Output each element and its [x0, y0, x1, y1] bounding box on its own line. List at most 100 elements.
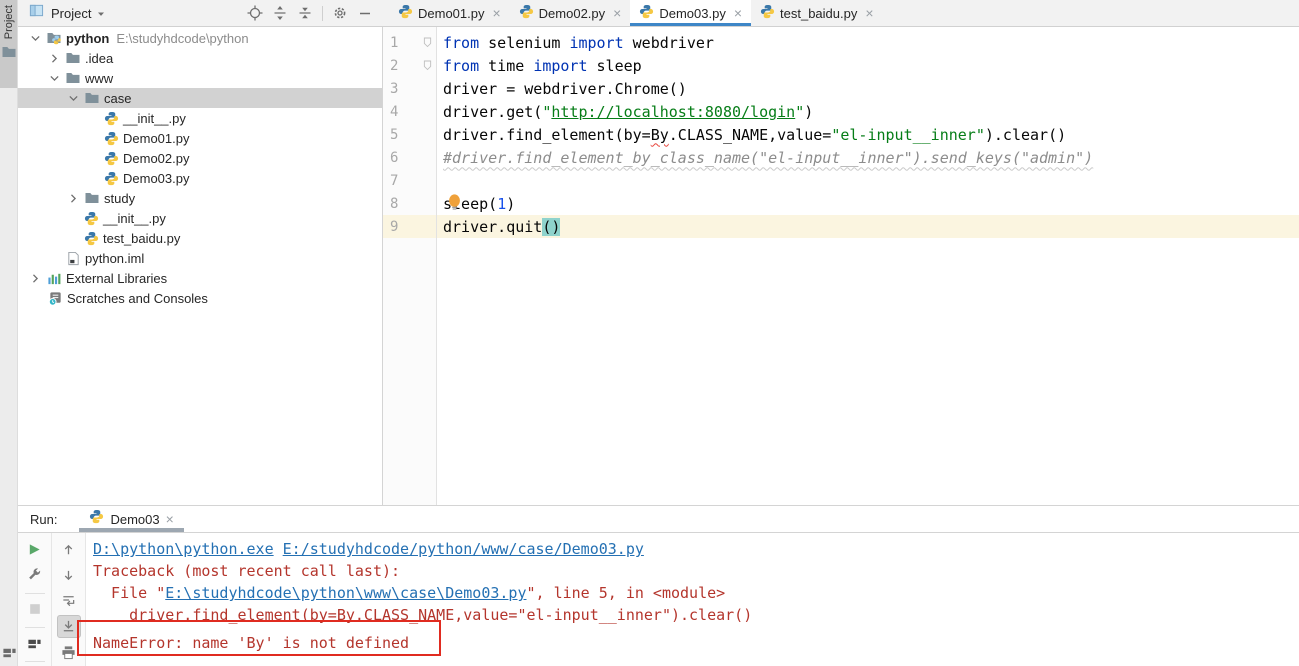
chevron-down-icon[interactable]: [64, 92, 82, 105]
tree-item-case[interactable]: case: [18, 88, 382, 108]
tree-item-study[interactable]: study: [18, 188, 382, 208]
editor[interactable]: 1 2 3 4 5 6 7 8 9 from selenium import webdriver…: [383, 27, 1299, 505]
tree-item-external-libraries[interactable]: External Libraries: [18, 268, 382, 288]
code-line-4[interactable]: driver.get(" http://localhost:8080/login "…: [437, 100, 1299, 123]
tree-item-demo01-py[interactable]: Demo01.py: [18, 128, 382, 148]
tree-item-scratches-and-consoles[interactable]: Scratches and Consoles: [18, 288, 382, 308]
minimize-icon[interactable]: [357, 5, 373, 21]
wrench-button[interactable]: [23, 563, 47, 586]
gutter-line-4[interactable]: 4: [383, 100, 436, 123]
gutter-line-6[interactable]: 6: [383, 146, 436, 169]
intention-bulb-icon[interactable]: [448, 194, 461, 212]
scroll-end-button[interactable]: [56, 614, 81, 639]
toolbar-separator: [24, 661, 45, 662]
project-toolwindow-button[interactable]: Project: [0, 0, 17, 88]
tree-item-label: .idea: [85, 50, 114, 66]
tree-item-www[interactable]: www: [18, 68, 382, 88]
editor-tabs: Demo01.py × Demo02.py × Demo03.py × test_baidu…: [389, 0, 883, 26]
run-tab-demo03[interactable]: Demo03 ×: [79, 506, 184, 532]
locate-icon[interactable]: [247, 5, 263, 21]
chevron-right-icon[interactable]: [45, 52, 63, 65]
left-toolwindow-bar: Project: [0, 0, 18, 666]
tab-demo03-py[interactable]: Demo03.py ×: [630, 0, 752, 26]
console-file-link[interactable]: E:\studyhdcode\python\www\case\Demo03.py: [165, 584, 526, 602]
code-token: 1: [497, 194, 507, 213]
tab-demo02-py[interactable]: Demo02.py ×: [510, 0, 631, 26]
expand-all-icon[interactable]: [272, 5, 288, 21]
python-icon: [519, 4, 534, 22]
tab-demo01-py[interactable]: Demo01.py ×: [389, 0, 510, 26]
chevron-down-icon[interactable]: [45, 72, 63, 85]
chevron-down-icon[interactable]: [95, 8, 107, 20]
code-line-3[interactable]: driver = webdriver.Chrome(): [437, 77, 1299, 100]
tree-item-label: Scratches and Consoles: [67, 290, 208, 306]
gutter-line-5[interactable]: 5: [383, 123, 436, 146]
code-line-2[interactable]: from time import sleep: [437, 54, 1299, 77]
tree-item-idea[interactable]: .idea: [18, 48, 382, 68]
code-line-1[interactable]: from selenium import webdriver: [437, 31, 1299, 54]
gutter-line-3[interactable]: 3: [383, 77, 436, 100]
code-token: (: [542, 217, 552, 236]
python-file-icon: [101, 111, 121, 126]
tree-item-label: case: [104, 90, 132, 106]
tree-item-init-py[interactable]: __init__.py: [18, 108, 382, 128]
gutter-line-8[interactable]: 8: [383, 192, 436, 215]
gear-icon[interactable]: [332, 5, 348, 21]
code-token: from: [443, 56, 480, 75]
play-button[interactable]: [23, 538, 47, 561]
tree-item-label: www: [85, 70, 114, 86]
close-icon[interactable]: ×: [166, 512, 174, 526]
tree-item-test-baidu-py[interactable]: test_baidu.py: [18, 228, 382, 248]
code-token: ": [795, 102, 805, 121]
printer-button[interactable]: [57, 640, 81, 664]
code-line-7[interactable]: [437, 169, 1299, 192]
code-area[interactable]: from selenium import webdriver from time …: [437, 27, 1299, 505]
python-icon: [89, 509, 104, 529]
close-icon[interactable]: ×: [865, 6, 873, 20]
line-number: 7: [390, 172, 399, 189]
line-number: 8: [390, 195, 399, 212]
code-token: sleep: [587, 56, 642, 75]
fold-marker-icon[interactable]: [423, 37, 432, 48]
tree-item-init-py[interactable]: __init__.py: [18, 208, 382, 228]
gutter-line-1[interactable]: 1: [383, 31, 436, 54]
console-file-link[interactable]: E:/studyhdcode/python/www/case/Demo03.py: [283, 540, 644, 558]
layout-button[interactable]: [23, 632, 47, 655]
toolwindow-layout-icon[interactable]: [2, 645, 17, 660]
gutter-line-7[interactable]: 7: [383, 169, 436, 192]
run-panel-header: Run: Demo03 ×: [18, 505, 1299, 533]
chevron-right-icon[interactable]: [64, 192, 82, 205]
chevron-down-icon[interactable]: [26, 32, 44, 45]
tree-item-demo03-py[interactable]: Demo03.py: [18, 168, 382, 188]
rerun-button[interactable]: [57, 589, 81, 613]
code-line-6[interactable]: #driver.find_element_by_class_name("el-i…: [437, 146, 1299, 169]
tree-item-label: study: [104, 190, 136, 206]
chevron-right-icon[interactable]: [26, 272, 44, 285]
line-number: 1: [390, 34, 399, 51]
gutter-line-9[interactable]: 9: [383, 215, 436, 238]
project-panel-title[interactable]: Project: [51, 6, 91, 21]
arrow-down-button[interactable]: [57, 564, 81, 588]
arrow-up-button[interactable]: [57, 538, 81, 562]
tree-item-python[interactable]: python E:\studyhdcode\python: [18, 28, 382, 48]
tab-test-baidu-py[interactable]: test_baidu.py ×: [751, 0, 883, 26]
code-token: ": [542, 102, 552, 121]
tree-item-path: E:\studyhdcode\python: [116, 30, 249, 46]
fold-marker-icon[interactable]: [423, 60, 432, 71]
code-line-9[interactable]: driver.quit(): [437, 215, 1299, 238]
toolbar-separator: [24, 592, 45, 594]
close-icon[interactable]: ×: [492, 6, 500, 20]
pycharm-window: Project Project Demo01.py × Demo02.py × Demo…: [0, 0, 1299, 666]
python-file-icon: [81, 211, 101, 226]
tree-item-python-iml[interactable]: python.iml: [18, 248, 382, 268]
close-icon[interactable]: ×: [613, 6, 621, 20]
stop-button[interactable]: [23, 598, 47, 621]
console-file-link[interactable]: D:\python\python.exe: [93, 540, 274, 558]
tree-item-label: Demo02.py: [123, 150, 190, 166]
tree-item-demo02-py[interactable]: Demo02.py: [18, 148, 382, 168]
collapse-all-icon[interactable]: [297, 5, 313, 21]
close-icon[interactable]: ×: [734, 6, 742, 20]
code-line-8[interactable]: sleep(1): [437, 192, 1299, 215]
code-line-5[interactable]: driver.find_element(by= By .CLASS_NAME,val…: [437, 123, 1299, 146]
gutter-line-2[interactable]: 2: [383, 54, 436, 77]
